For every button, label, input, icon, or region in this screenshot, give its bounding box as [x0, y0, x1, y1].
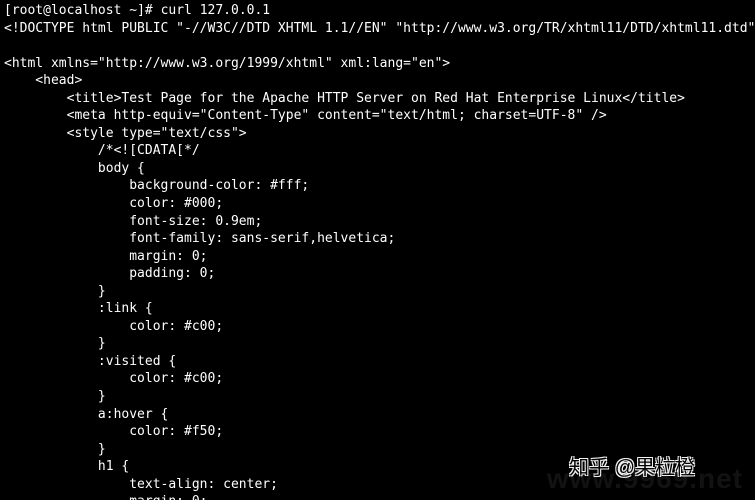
prompt-host: localhost	[51, 3, 121, 18]
prompt-close-bracket: ]	[137, 3, 145, 18]
prompt-user: root	[12, 3, 43, 18]
prompt-at: @	[43, 3, 51, 18]
prompt-open-bracket: [	[4, 3, 12, 18]
prompt-line: [root@localhost ~]# curl 127.0.0.1	[4, 3, 270, 18]
prompt-symbol: #	[145, 3, 153, 18]
command-output: <!DOCTYPE html PUBLIC "-//W3C//DTD XHTML…	[4, 21, 755, 500]
terminal-output[interactable]: [root@localhost ~]# curl 127.0.0.1 <!DOC…	[0, 0, 755, 500]
prompt-command: curl 127.0.0.1	[161, 3, 271, 18]
prompt-cwd: ~	[129, 3, 137, 18]
